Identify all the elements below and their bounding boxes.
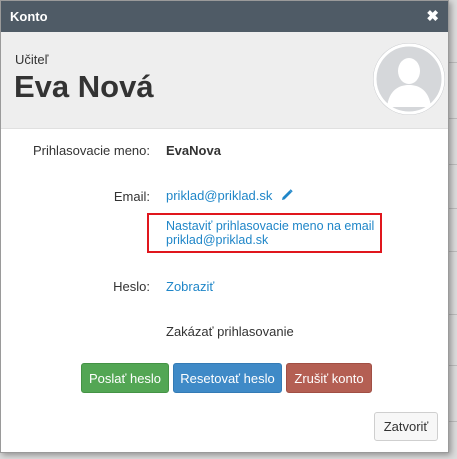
dialog-titlebar: Konto ✖ bbox=[1, 1, 448, 32]
reset-password-button[interactable]: Resetovať heslo bbox=[173, 363, 282, 393]
pencil-icon[interactable] bbox=[281, 189, 293, 204]
email-row: priklad@priklad.sk bbox=[166, 188, 293, 204]
close-button[interactable]: Zatvoriť bbox=[374, 412, 438, 441]
password-label: Heslo: bbox=[113, 279, 150, 294]
avatar bbox=[373, 43, 445, 115]
account-dialog: Konto ✖ Učiteľ Eva Nová Prihlasovacie me… bbox=[0, 0, 449, 453]
login-label: Prihlasovacie meno: bbox=[32, 143, 150, 158]
suggestion-line-1: Nastaviť prihlasovacie meno na email bbox=[166, 219, 375, 233]
email-link[interactable]: priklad@priklad.sk bbox=[166, 188, 272, 203]
user-role: Učiteľ bbox=[15, 52, 49, 67]
profile-header: Učiteľ Eva Nová bbox=[1, 32, 448, 129]
disable-login-option[interactable]: Zakázať prihlasovanie bbox=[166, 324, 294, 339]
email-label: Email: bbox=[113, 189, 150, 204]
show-password-link[interactable]: Zobraziť bbox=[166, 279, 214, 294]
send-password-button[interactable]: Poslať heslo bbox=[81, 363, 169, 393]
suggestion-line-2: priklad@priklad.sk bbox=[166, 233, 269, 247]
close-icon[interactable]: ✖ bbox=[426, 9, 439, 24]
dialog-title: Konto bbox=[10, 9, 48, 24]
login-value: EvaNova bbox=[166, 143, 221, 158]
cancel-account-button[interactable]: Zrušiť konto bbox=[286, 363, 372, 393]
user-name: Eva Nová bbox=[14, 69, 154, 104]
set-login-to-email-link[interactable]: Nastaviť prihlasovacie meno na email pri… bbox=[166, 219, 374, 247]
user-silhouette-icon bbox=[373, 43, 445, 115]
